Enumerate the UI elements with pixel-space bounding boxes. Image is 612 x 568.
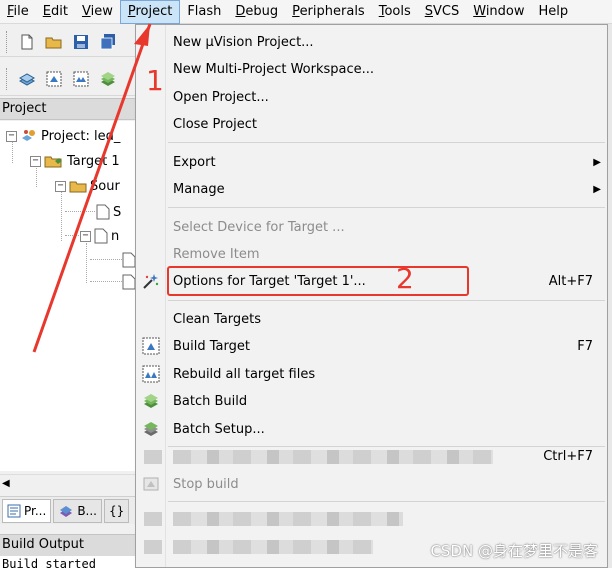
watermark: CSDN @身在梦里不是客 [430, 542, 598, 560]
annotation-step-2: 2 [396, 262, 414, 295]
annotation-highlight-box [167, 266, 469, 296]
annotation-step-1: 1 [146, 64, 164, 97]
